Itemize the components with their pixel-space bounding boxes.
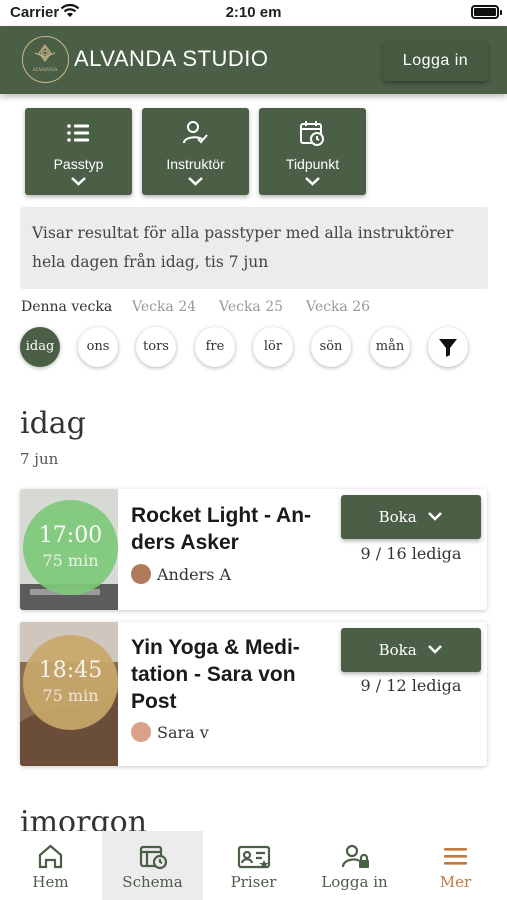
filter-label: Instruktör bbox=[166, 156, 225, 172]
class-instructor[interactable]: Anders A bbox=[131, 564, 231, 584]
tab-label: Schema bbox=[122, 873, 183, 891]
svg-text:ALVANDA: ALVANDA bbox=[31, 67, 58, 73]
book-label: Boka bbox=[378, 508, 417, 526]
instructor-name: Sara v bbox=[157, 723, 209, 742]
day-chip-idag[interactable]: idag bbox=[20, 327, 60, 367]
day-chip-fre[interactable]: fre bbox=[195, 327, 235, 367]
avatar bbox=[131, 722, 151, 742]
funnel-icon bbox=[439, 339, 457, 357]
class-card[interactable]: 18:45 75 min Yin Yoga & Medi-tation - Sa… bbox=[20, 622, 487, 766]
day-chip-ons[interactable]: ons bbox=[78, 327, 118, 367]
day-chip-lor[interactable]: lör bbox=[253, 327, 293, 367]
calendar-clock-icon bbox=[259, 120, 366, 146]
section-date-today: 7 jun bbox=[20, 450, 59, 468]
tab-label: Priser bbox=[230, 873, 277, 891]
tab-hem[interactable]: Hem bbox=[0, 831, 101, 900]
list-icon bbox=[25, 120, 132, 146]
tab-label: Hem bbox=[32, 873, 69, 891]
filter-passtyp-button[interactable]: Passtyp bbox=[25, 108, 132, 195]
week-tab-24[interactable]: Vecka 24 bbox=[132, 299, 196, 315]
tab-bar: Hem Schema Priser Logga in Mer bbox=[0, 831, 507, 900]
class-time: 17:00 bbox=[38, 523, 103, 548]
filter-label: Passtyp bbox=[53, 156, 104, 172]
day-chip-son[interactable]: sön bbox=[311, 327, 351, 367]
week-tab-current[interactable]: Denna vecka bbox=[21, 299, 112, 315]
tab-label: Mer bbox=[439, 873, 472, 891]
clock: 2:10 em bbox=[225, 4, 282, 21]
tab-logga-in[interactable]: Logga in bbox=[304, 831, 405, 900]
spots-available: 9 / 16 lediga bbox=[360, 544, 462, 563]
battery-icon bbox=[471, 5, 502, 19]
class-duration: 75 min bbox=[42, 686, 99, 705]
chevron-down-icon bbox=[142, 174, 249, 188]
filter-label: Tidpunkt bbox=[285, 156, 340, 172]
user-check-icon bbox=[142, 120, 249, 146]
price-card-icon bbox=[203, 843, 304, 871]
class-title[interactable]: Rocket Light - An-ders Asker bbox=[131, 502, 331, 556]
chevron-down-icon bbox=[259, 174, 366, 188]
tab-priser[interactable]: Priser bbox=[203, 831, 304, 900]
class-duration: 75 min bbox=[42, 551, 99, 570]
class-instructor[interactable]: Sara v bbox=[131, 722, 209, 742]
day-chip-man[interactable]: mån bbox=[370, 327, 410, 367]
home-icon bbox=[0, 843, 101, 871]
class-time-badge: 18:45 75 min bbox=[23, 635, 118, 730]
class-time-badge: 17:00 75 min bbox=[23, 500, 118, 595]
class-time: 18:45 bbox=[38, 658, 103, 683]
spots-available: 9 / 12 lediga bbox=[360, 676, 462, 695]
week-tab-26[interactable]: Vecka 26 bbox=[306, 299, 370, 315]
instructor-name: Anders A bbox=[157, 565, 232, 584]
avatar bbox=[131, 564, 151, 584]
class-card[interactable]: 17:00 75 min Rocket Light - An-ders Aske… bbox=[20, 489, 487, 610]
filter-instruktor-button[interactable]: Instruktör bbox=[142, 108, 249, 195]
chevron-down-icon bbox=[428, 512, 443, 521]
user-lock-icon bbox=[304, 843, 405, 871]
header-login-button[interactable]: Logga in bbox=[383, 41, 488, 81]
menu-icon bbox=[405, 843, 506, 871]
section-title-today: idag bbox=[20, 406, 86, 441]
brand-title: ALVANDA STUDIO bbox=[74, 46, 269, 71]
tab-mer[interactable]: Mer bbox=[405, 831, 506, 900]
week-tab-25[interactable]: Vecka 25 bbox=[219, 299, 283, 315]
status-bar: Carrier 2:10 em bbox=[0, 0, 507, 26]
filter-summary: Visar resultat för alla passtyper med al… bbox=[20, 207, 488, 289]
tab-label: Logga in bbox=[321, 873, 388, 891]
schedule-icon bbox=[102, 843, 203, 871]
class-title[interactable]: Yin Yoga & Medi-tation - Sara von Post bbox=[131, 634, 331, 715]
filter-tidpunkt-button[interactable]: Tidpunkt bbox=[259, 108, 366, 195]
tab-schema[interactable]: Schema bbox=[102, 831, 203, 900]
book-button[interactable]: Boka bbox=[341, 628, 481, 672]
book-label: Boka bbox=[378, 641, 417, 659]
studio-logo: ALVANDA bbox=[22, 36, 69, 83]
book-button[interactable]: Boka bbox=[341, 495, 481, 539]
app-header: ALVANDA ALVANDA STUDIO Logga in bbox=[0, 26, 507, 94]
filter-funnel-button[interactable] bbox=[428, 327, 468, 367]
day-chip-tors[interactable]: tors bbox=[136, 327, 176, 367]
chevron-down-icon bbox=[25, 174, 132, 188]
chevron-down-icon bbox=[428, 645, 443, 654]
